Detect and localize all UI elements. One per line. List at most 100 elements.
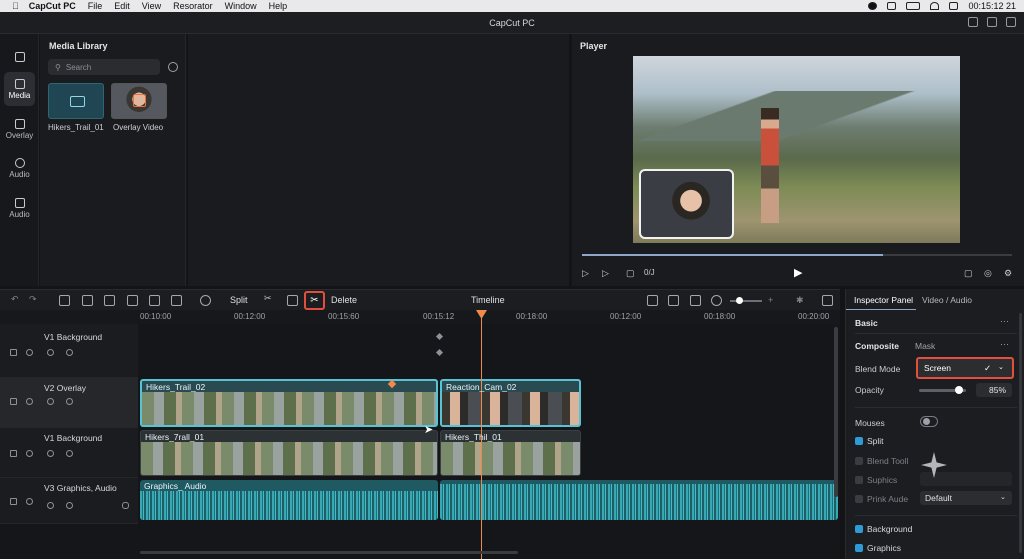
cut-button[interactable]: ✂ — [304, 291, 325, 310]
inspector-scrollbar[interactable] — [1019, 313, 1022, 553]
music-note-icon[interactable] — [47, 502, 54, 509]
gear-icon[interactable] — [168, 62, 178, 72]
tab-video-audio[interactable]: Video / Audio — [922, 295, 972, 305]
snap-icon[interactable] — [647, 295, 658, 306]
vertical-scrollbar[interactable] — [834, 327, 838, 497]
keyframe-marker[interactable] — [435, 332, 444, 341]
nav-media[interactable]: Media — [4, 72, 35, 106]
zoom-slider[interactable] — [730, 297, 762, 304]
camera-icon[interactable] — [10, 498, 17, 505]
share-icon[interactable] — [968, 17, 978, 27]
music-note-icon[interactable] — [200, 295, 211, 306]
zoom-in-icon[interactable]: + — [768, 295, 779, 306]
nav-projects[interactable] — [4, 40, 35, 74]
opacity-value[interactable]: 85% — [976, 383, 1012, 397]
audio-clip[interactable] — [440, 480, 838, 520]
split-button[interactable]: Split — [230, 295, 248, 305]
horizontal-scrollbar[interactable] — [140, 551, 518, 554]
select-icon[interactable] — [59, 295, 70, 306]
speaker-icon[interactable] — [26, 498, 33, 505]
menu-app-name[interactable]: CapCut PC — [29, 1, 76, 11]
menu-help[interactable]: Help — [269, 1, 288, 11]
blend-mode-select[interactable]: Screen ✓ ⌄ — [916, 357, 1014, 379]
tab-mask[interactable]: Mask — [915, 341, 935, 351]
eye-icon[interactable] — [47, 398, 54, 405]
video-clip[interactable]: Hikers_7rall_01 — [140, 430, 438, 476]
preview-icon[interactable] — [690, 295, 701, 306]
audio-clip[interactable]: Graphics_ Audio — [140, 480, 438, 520]
more-icon[interactable]: ⋯ — [1000, 316, 1009, 327]
playback-progress[interactable] — [582, 254, 1012, 256]
section-basic[interactable]: Basic — [855, 318, 878, 328]
play-small-icon[interactable]: ▷ — [582, 268, 592, 278]
fit-icon[interactable] — [822, 295, 833, 306]
graphics-checkbox[interactable] — [855, 544, 863, 552]
delete-button[interactable]: Delete — [331, 295, 357, 305]
tab-composite[interactable]: Composite — [855, 341, 899, 351]
scissors-icon[interactable]: ✂ — [264, 293, 272, 304]
nav-audio[interactable]: Audio — [4, 151, 35, 185]
trash-icon[interactable] — [104, 295, 115, 306]
battery-icon[interactable] — [906, 2, 921, 10]
split-checkbox[interactable] — [855, 437, 863, 445]
zoom-out-icon[interactable] — [711, 295, 722, 306]
prink-audio-select[interactable]: Default ⌄ — [920, 491, 1012, 505]
settings-icon[interactable] — [1006, 17, 1016, 27]
opacity-slider[interactable] — [919, 386, 966, 394]
nav-audio-2[interactable]: Audio — [4, 191, 35, 225]
opacity-slider-knob[interactable] — [954, 386, 963, 394]
timeline-ruler[interactable]: 00:10:00 00:12:00 00:15:60 00:15:12 00:1… — [0, 310, 840, 324]
background-checkbox[interactable] — [855, 525, 863, 533]
speaker-icon[interactable] — [26, 398, 33, 405]
trash-icon[interactable] — [287, 295, 298, 306]
apple-icon[interactable]:  — [12, 1, 19, 11]
record-icon[interactable] — [868, 2, 878, 10]
media-item-video[interactable] — [111, 83, 167, 119]
eye-icon[interactable] — [47, 349, 54, 356]
menu-edit[interactable]: Edit — [114, 1, 130, 11]
export-icon[interactable] — [987, 17, 997, 27]
tab-inspector[interactable]: Inspector Panel — [854, 295, 913, 305]
display-icon[interactable]: ▢ — [964, 268, 974, 278]
lock-icon[interactable] — [66, 398, 73, 405]
step-icon[interactable]: ▷ — [602, 268, 612, 278]
blend-tool-checkbox[interactable] — [855, 457, 863, 465]
camera-icon[interactable] — [10, 450, 17, 457]
mirror-icon[interactable] — [149, 295, 160, 306]
eye-icon[interactable] — [47, 450, 54, 457]
suphics-checkbox[interactable] — [855, 476, 863, 484]
menu-resorator[interactable]: Resorator — [173, 1, 213, 11]
lock-icon[interactable] — [66, 450, 73, 457]
camera-icon[interactable] — [10, 349, 17, 356]
speaker-icon[interactable] — [66, 502, 73, 509]
microphone-icon[interactable] — [122, 502, 129, 509]
search-input[interactable]: ⚲ Search — [48, 59, 160, 75]
capture-icon[interactable] — [887, 2, 897, 10]
play-icon[interactable]: ▶ — [794, 266, 804, 279]
video-clip[interactable]: Hikers_Thil_01 — [440, 430, 581, 476]
more-icon[interactable]: ⋯ — [1000, 339, 1009, 350]
keyframe-marker[interactable] — [435, 348, 444, 357]
speaker-icon[interactable] — [26, 450, 33, 457]
lock-icon[interactable] — [66, 349, 73, 356]
camera-icon[interactable] — [10, 398, 17, 405]
target-icon[interactable]: ◎ — [984, 268, 994, 278]
wifi-icon[interactable] — [930, 2, 940, 10]
media-item-folder[interactable] — [48, 83, 104, 119]
mouses-toggle[interactable] — [920, 416, 938, 427]
crop-icon[interactable] — [82, 295, 93, 306]
nav-overlay[interactable]: Overlay — [4, 112, 35, 146]
print-icon[interactable] — [171, 295, 182, 306]
freeze-icon[interactable] — [127, 295, 138, 306]
link-icon[interactable] — [668, 295, 679, 306]
menu-view[interactable]: View — [142, 1, 161, 11]
zoom-slider-knob[interactable] — [736, 297, 743, 304]
undo-icon[interactable]: ↶ — [11, 294, 19, 305]
prink-audio-checkbox[interactable] — [855, 495, 863, 503]
magic-icon[interactable]: ✱ — [796, 295, 807, 306]
speaker-icon[interactable] — [26, 349, 33, 356]
settings-icon[interactable]: ⚙ — [1004, 268, 1014, 278]
control-center-icon[interactable] — [949, 2, 959, 10]
video-clip[interactable]: Reaction_Cam_02 — [440, 379, 581, 427]
redo-icon[interactable]: ↷ — [29, 294, 37, 305]
